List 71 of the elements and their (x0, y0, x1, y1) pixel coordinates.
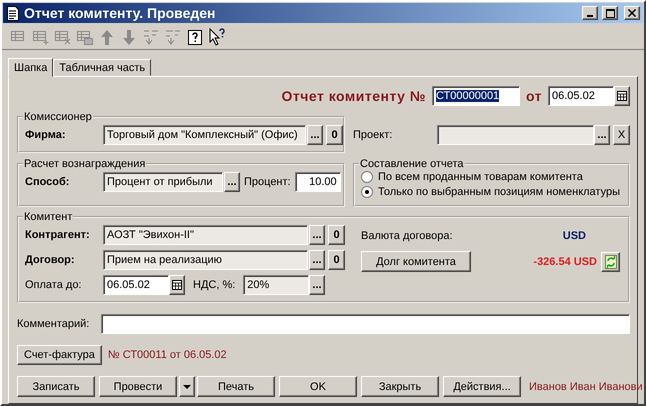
tab[interactable]: Шапка (8, 58, 54, 77)
help-icon[interactable] (186, 28, 204, 46)
document-title: Отчет комитенту № (281, 88, 426, 104)
vat-field[interactable]: 20% (243, 275, 309, 295)
group-title: Комитент (23, 211, 74, 223)
calendar-button[interactable] (169, 275, 185, 295)
pointer-help-icon[interactable] (208, 28, 226, 46)
select-button[interactable]: ... (309, 225, 325, 245)
menu-button[interactable] (179, 376, 195, 397)
project-field[interactable] (437, 125, 594, 145)
action-button[interactable]: Записать (17, 376, 95, 397)
select-button[interactable]: ... (309, 275, 325, 295)
action-button[interactable]: Печать (197, 376, 275, 397)
value-field[interactable]: Процент от прибыли (103, 172, 223, 192)
select-button[interactable]: ... (307, 125, 323, 145)
document-icon (6, 6, 20, 20)
field-label: НДС, %: (193, 279, 236, 291)
radio-button[interactable] (361, 186, 373, 198)
value-field[interactable]: Прием на реализацию (103, 250, 308, 270)
clear-button[interactable]: 0 (328, 225, 345, 245)
field-label: Оплата до: (25, 279, 82, 291)
value-field[interactable]: Торговый дом "Комплексный" (Офис) (103, 125, 306, 145)
group-title: Составление отчета (359, 158, 465, 170)
field-label: Комментарий: (17, 318, 90, 330)
refresh-icon (604, 254, 616, 268)
currency-value: USD (562, 230, 586, 242)
action-button[interactable]: Действия... (443, 376, 521, 397)
close-icon (628, 9, 636, 17)
radio-label: Только по выбранным позициям номенклатуры (378, 186, 620, 198)
radio-label: По всем проданным товарам комитента (378, 171, 583, 183)
field-label: Способ: (25, 176, 70, 188)
group-title: Расчет вознаграждения (23, 158, 146, 170)
action-button[interactable]: Закрыть (361, 376, 439, 397)
caret-icon (183, 384, 191, 388)
field-label: Договор: (25, 254, 76, 266)
minimize-button[interactable] (582, 6, 598, 20)
comment-field[interactable] (101, 314, 630, 334)
window-title: Отчет комитенту. Проведен (24, 5, 217, 21)
maximize-button[interactable] (602, 6, 618, 20)
field-label: Контрагент: (25, 229, 91, 241)
calendar-button[interactable] (614, 86, 630, 106)
field-label: Проект: (353, 129, 394, 141)
select-button[interactable]: ... (224, 172, 240, 192)
select-button[interactable]: ... (594, 125, 610, 145)
number-field[interactable]: СТ00000001 (432, 86, 520, 106)
close-button[interactable] (624, 6, 640, 20)
debt-amount: -326.54 USD (533, 256, 597, 268)
date-field[interactable]: 06.05.02 (103, 275, 169, 295)
group-title: Комиссионер (23, 111, 93, 123)
clear-button[interactable]: X (613, 125, 630, 145)
action-button[interactable]: Провести (99, 376, 177, 397)
maximize-icon (606, 8, 614, 18)
date-label: от (526, 88, 542, 104)
field-label: Валюта договора: (361, 230, 453, 242)
action-button[interactable]: OK (279, 376, 357, 397)
date-field[interactable]: 06.05.02 (548, 86, 614, 106)
tab[interactable]: Табличная часть (53, 59, 152, 76)
clear-button[interactable]: 0 (328, 250, 345, 270)
radio-button[interactable] (361, 171, 373, 183)
calendar-icon (617, 91, 627, 101)
calendar-icon (172, 280, 182, 290)
percent-field[interactable]: 10.00 (294, 172, 341, 192)
field-label: Фирма: (25, 129, 66, 141)
field-label: Процент: (244, 176, 291, 188)
invoice-button[interactable]: Счет-фактура (17, 345, 102, 365)
minimize-icon (587, 15, 593, 17)
select-button[interactable]: ... (309, 250, 325, 270)
clear-button[interactable]: 0 (326, 125, 343, 145)
refresh-button[interactable] (601, 252, 620, 272)
debt-button[interactable]: Долг комитента (361, 251, 471, 272)
value-field[interactable]: АОЗТ "Эвихон-II" (103, 225, 308, 245)
